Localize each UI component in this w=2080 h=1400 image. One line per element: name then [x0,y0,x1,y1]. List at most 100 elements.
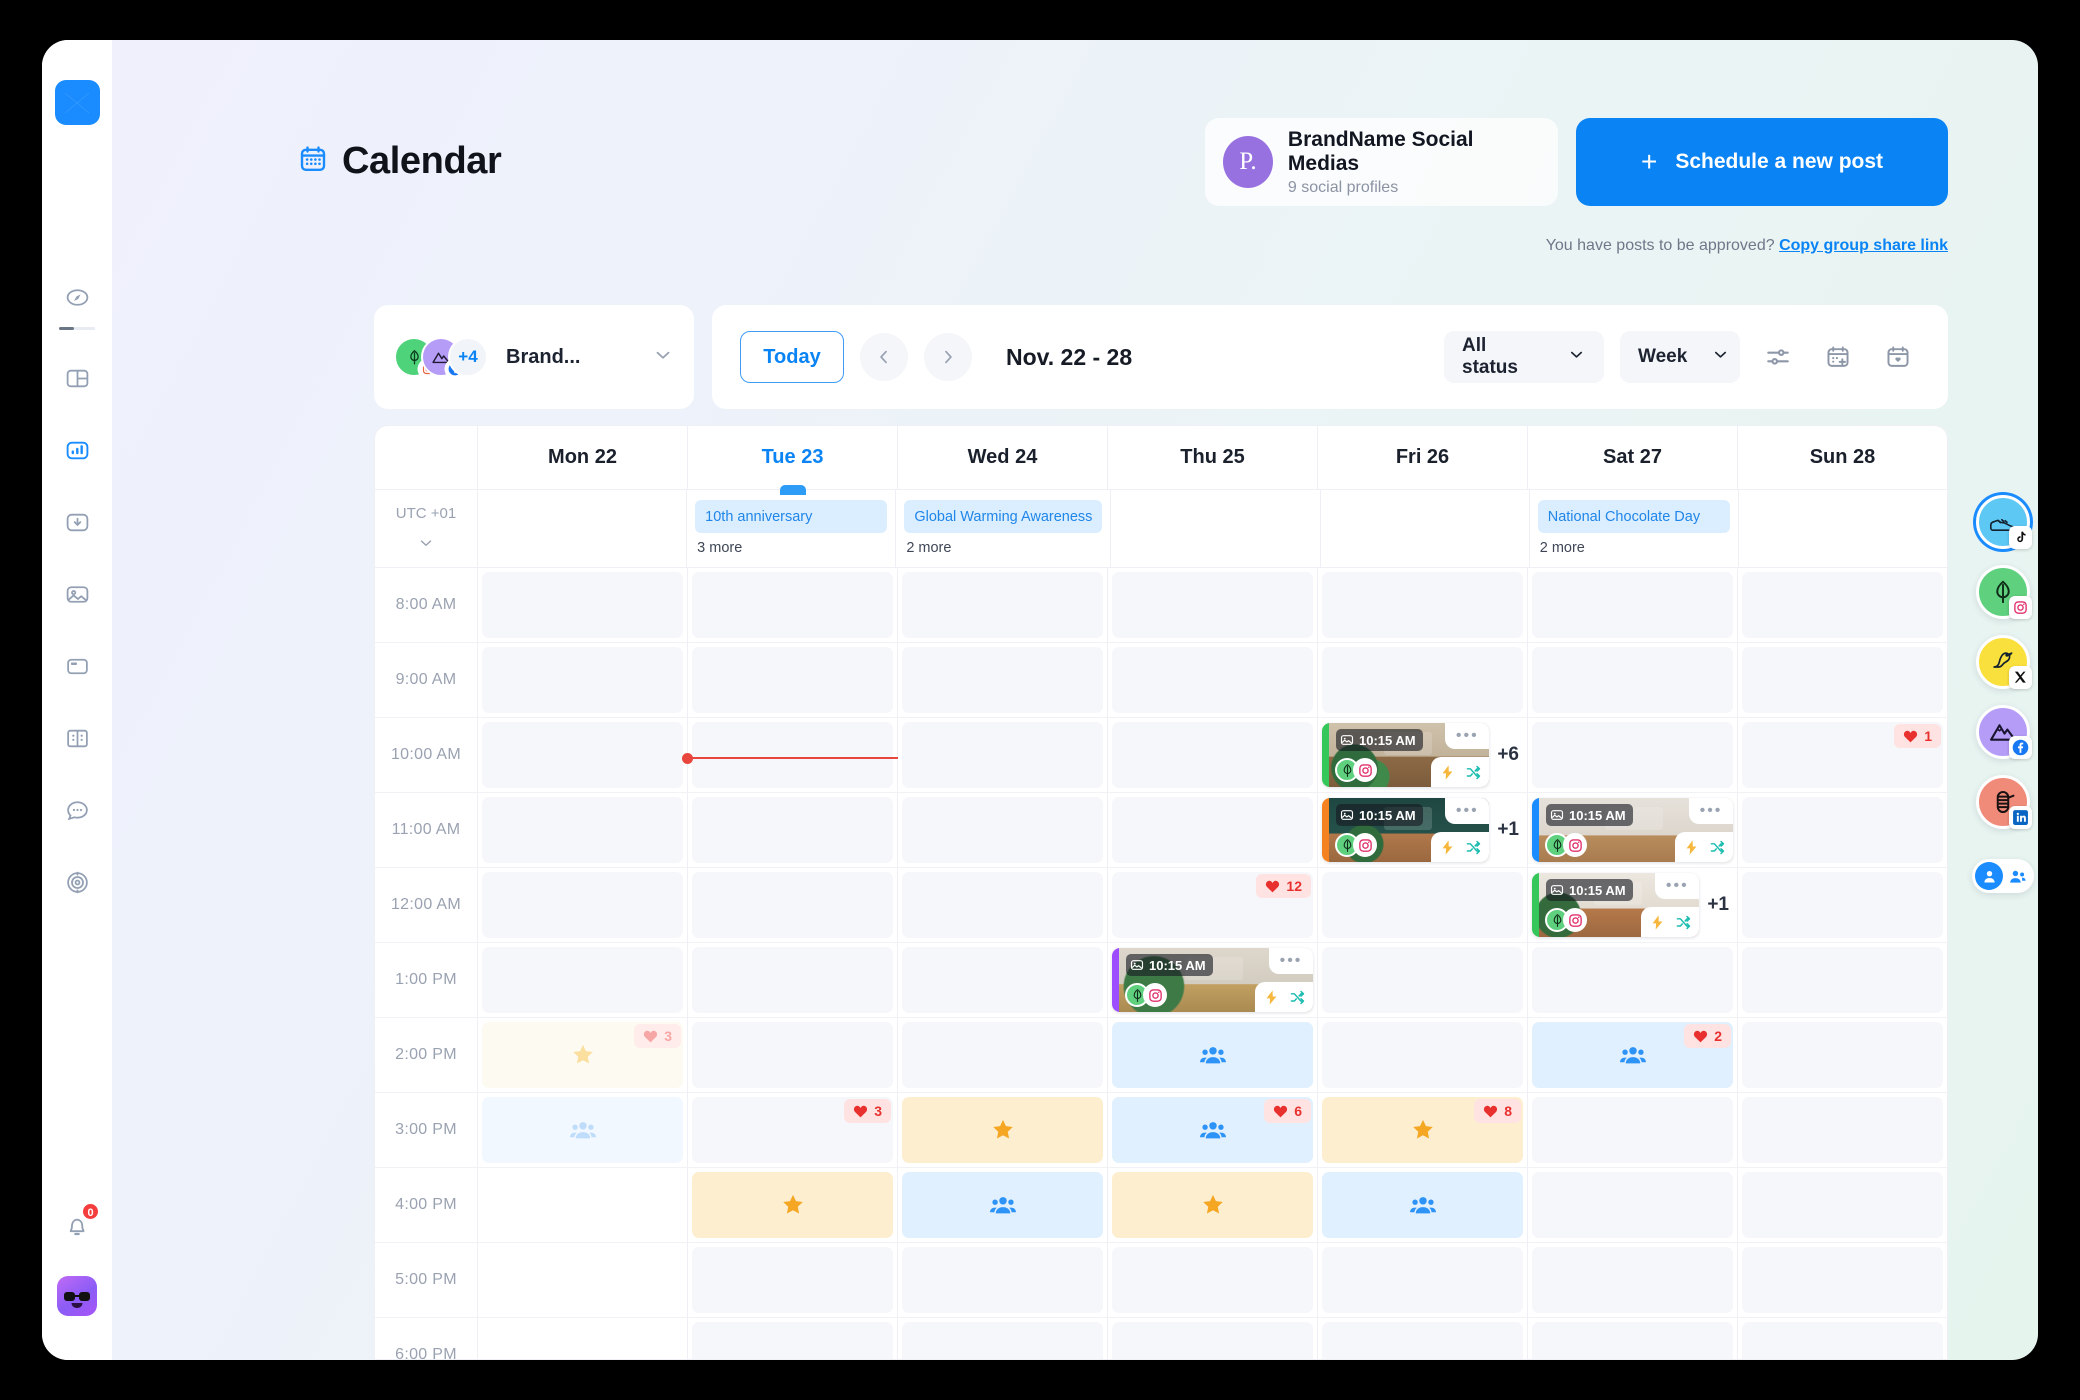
notifications-button[interactable]: 0 [55,1202,100,1248]
empty-slot[interactable] [902,722,1103,788]
empty-slot[interactable] [1532,1322,1733,1359]
prev-week-button[interactable] [860,333,908,381]
allday-cell-6[interactable] [1739,490,1947,567]
calendar-cell[interactable] [1318,568,1528,642]
calendar-cell[interactable] [1738,1168,1947,1242]
more-events-link[interactable]: 2 more [906,540,1100,556]
calendar-cell[interactable] [1318,868,1528,942]
day-header-5[interactable]: Sat 27 [1528,426,1738,489]
empty-slot[interactable] [1112,572,1313,638]
engagement-badge[interactable]: 3 [844,1099,891,1123]
all-day-event[interactable]: Global Warming Awareness [904,500,1103,533]
empty-slot[interactable] [482,572,683,638]
linkedin-profile[interactable] [1976,775,2032,829]
all-day-event[interactable]: 10th anniversary [695,500,888,533]
calendar-cell[interactable] [1738,1318,1947,1359]
calendar-cell[interactable] [1108,718,1318,792]
day-header-1[interactable]: Tue 23 [688,426,898,495]
calendar-cell[interactable] [898,718,1108,792]
calendar-cell[interactable] [1528,1243,1738,1317]
recycle-post-button[interactable] [1460,760,1486,784]
empty-slot[interactable] [692,572,893,638]
empty-slot[interactable] [1742,947,1943,1013]
empty-slot[interactable] [1742,1247,1943,1313]
tiktok-profile[interactable] [1976,495,2032,549]
empty-slot[interactable] [902,1022,1103,1088]
empty-slot[interactable] [1322,1322,1523,1359]
empty-slot[interactable] [902,572,1103,638]
boost-post-button[interactable] [1644,910,1670,934]
filter-settings-button[interactable] [1756,335,1800,379]
calendar-cell[interactable] [688,718,898,792]
empty-slot[interactable] [1742,1322,1943,1359]
empty-slot[interactable] [902,647,1103,713]
calendar-cell[interactable] [688,568,898,642]
empty-slot[interactable] [1532,722,1733,788]
calendar-cell[interactable]: 1 [1738,718,1947,792]
empty-slot[interactable] [692,872,893,938]
empty-slot[interactable] [692,797,893,863]
post-menu-button[interactable]: ••• [1655,873,1700,899]
more-events-link[interactable]: 3 more [697,540,885,556]
sidebar-item-discover[interactable] [55,275,99,319]
empty-slot[interactable] [1322,1247,1523,1313]
calendar-cell[interactable]: 10:15 AM ••• +6 [1318,718,1528,792]
post-menu-button[interactable]: ••• [1689,798,1733,824]
empty-slot[interactable] [482,872,683,938]
post-card[interactable]: 10:15 AM ••• [1112,948,1313,1012]
empty-slot[interactable] [1112,722,1313,788]
calendar-cell[interactable]: 2 [1528,1018,1738,1092]
calendar-cell[interactable] [688,868,898,942]
calendar-cell[interactable] [478,568,688,642]
calendar-cell[interactable] [688,1243,898,1317]
empty-slot[interactable] [1532,1172,1733,1238]
recycle-post-button[interactable] [1284,985,1310,1009]
calendar-cell[interactable]: 3 [478,1018,688,1092]
empty-slot[interactable] [1532,1247,1733,1313]
empty-slot[interactable] [1112,647,1313,713]
calendar-cell[interactable] [478,1243,688,1317]
calendar-cell[interactable] [688,943,898,1017]
calendar-cell[interactable] [1528,1093,1738,1167]
boost-post-button[interactable] [1258,985,1284,1009]
all-day-event[interactable]: National Chocolate Day [1537,500,1730,533]
calendar-cell[interactable] [478,1318,688,1359]
calendar-cell[interactable] [898,868,1108,942]
brand-filter-card[interactable]: +4 Brand... [374,305,694,409]
empty-slot[interactable] [902,1247,1103,1313]
day-header-0[interactable]: Mon 22 [478,426,688,489]
calendar-cell[interactable] [688,643,898,717]
engagement-badge[interactable]: 8 [1474,1099,1521,1123]
calendar-cell[interactable] [898,1018,1108,1092]
all-profiles-toggle[interactable] [2003,862,2031,890]
calendar-cell[interactable] [898,643,1108,717]
engagement-badge[interactable]: 6 [1264,1099,1311,1123]
calendar-cell[interactable] [1318,1318,1528,1359]
sidebar-item-goals[interactable] [55,860,99,904]
calendar-cell[interactable] [1318,943,1528,1017]
add-calendar-button[interactable] [1816,335,1860,379]
calendar-cell[interactable] [898,1093,1108,1167]
empty-slot[interactable] [482,797,683,863]
post-overflow-count[interactable]: +6 [1497,744,1523,766]
calendar-cell[interactable] [1108,1168,1318,1242]
calendar-cell[interactable] [478,643,688,717]
empty-slot[interactable] [902,872,1103,938]
calendar-cell[interactable] [898,943,1108,1017]
engagement-badge[interactable]: 1 [1894,724,1941,748]
allday-cell-4[interactable] [1321,490,1530,567]
profile-view-toggle[interactable] [1972,859,2034,893]
schedule-new-post-button[interactable]: + Schedule a new post [1576,118,1948,206]
calendar-cell[interactable] [478,1093,688,1167]
calendar-cell[interactable] [898,568,1108,642]
x-profile[interactable] [1976,635,2032,689]
calendar-cell[interactable] [1738,943,1947,1017]
allday-cell-0[interactable] [478,490,688,567]
post-card[interactable]: 10:15 AM ••• [1532,798,1733,862]
next-week-button[interactable] [924,333,972,381]
empty-slot[interactable] [1742,572,1943,638]
status-filter-select[interactable]: All status [1444,331,1604,383]
post-menu-button[interactable]: ••• [1445,723,1490,749]
sidebar-item-media[interactable] [55,572,99,616]
calendar-cell[interactable] [1738,1093,1947,1167]
